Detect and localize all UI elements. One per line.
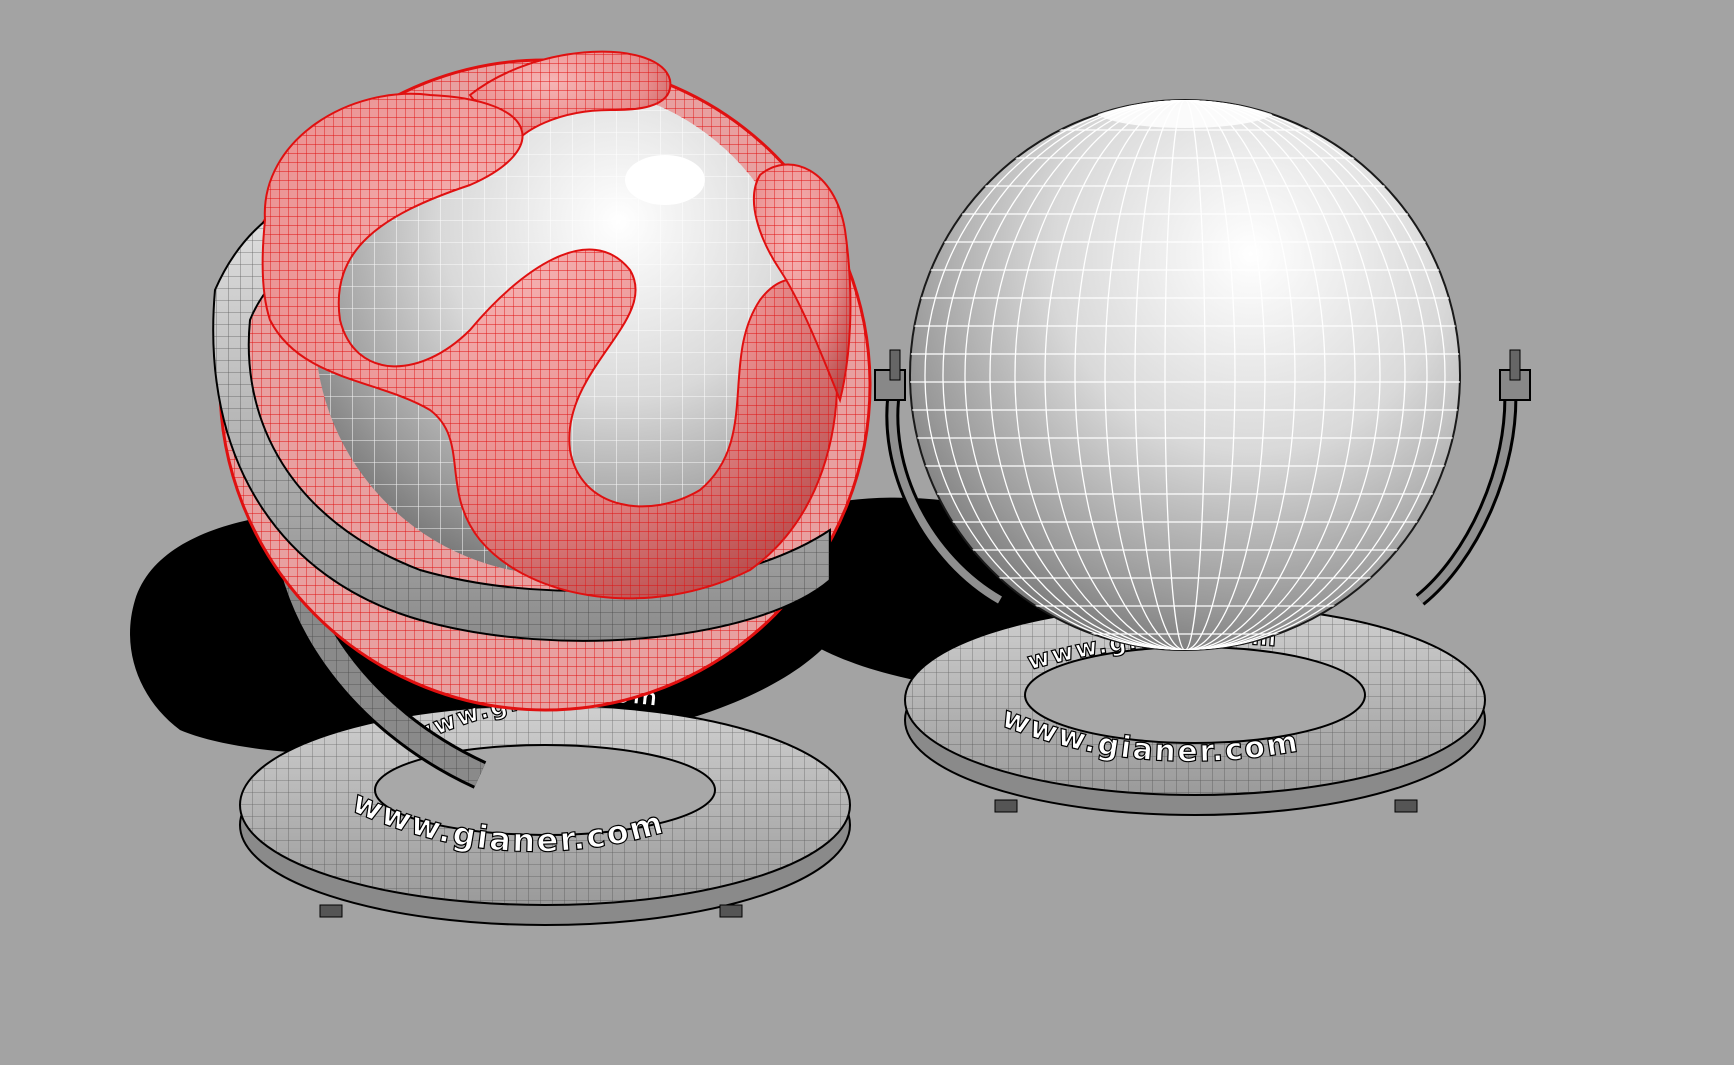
3d-viewport[interactable]: www.gianer.com www.gianer.com [0,0,1734,1065]
shaderball-right[interactable]: www.gianer.com www.gianer.com [874,92,1531,816]
shaderball-left[interactable]: www.gianer.com www.gianer.com [212,50,872,926]
viewport-canvas[interactable]: www.gianer.com www.gianer.com [0,0,1734,1065]
